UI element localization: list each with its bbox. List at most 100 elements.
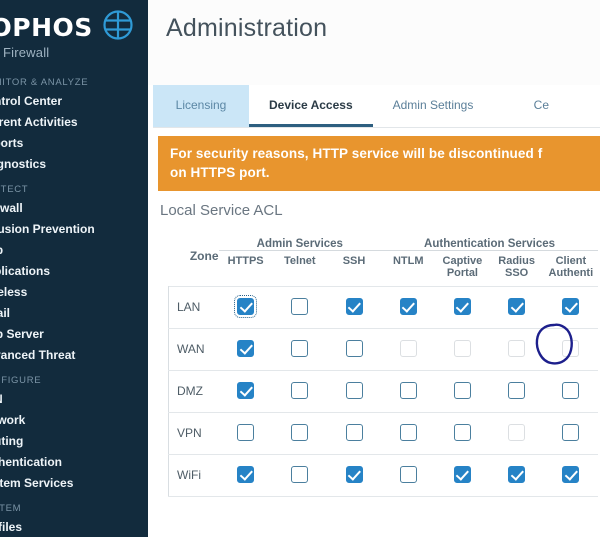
- checkbox-wifi-ssh[interactable]: [345, 466, 363, 484]
- table-row: WiFi: [168, 453, 598, 497]
- cell-vpn-https: [218, 411, 273, 455]
- tab-device-access[interactable]: Device Access: [249, 85, 373, 127]
- checkbox-wan-ssh[interactable]: [345, 340, 363, 358]
- sidebar-item-authentication[interactable]: Authentication: [0, 452, 148, 473]
- sidebar-item-vpn[interactable]: VPN: [0, 389, 148, 410]
- sophos-xg-firewall-admin-page: SOPHOS XG Firewall MONITOR & ANALYZE Cont…: [0, 0, 600, 537]
- checkbox-vpn-https[interactable]: [237, 424, 255, 442]
- sidebar-item-email[interactable]: Email: [0, 303, 148, 324]
- cell-wan-ssh: [326, 327, 382, 371]
- cell-dmz-captive-portal: [435, 369, 490, 413]
- cell-vpn-ntlm: [381, 411, 436, 455]
- sophos-globe-icon: [101, 8, 135, 47]
- checkbox-lan-captive-portal[interactable]: [453, 298, 471, 316]
- sidebar-item-current-activities[interactable]: Current Activities: [0, 112, 148, 133]
- checkbox-wifi-ntlm[interactable]: [399, 466, 417, 484]
- main-content: Administration Licensing Device Access Adm…: [148, 0, 600, 537]
- cell-wan-captive-portal: [435, 327, 490, 371]
- column-header-ssh: SSH: [342, 254, 366, 267]
- checkbox-dmz-radius-sso[interactable]: [508, 382, 526, 400]
- tab-ce[interactable]: Ce: [493, 85, 590, 127]
- checkbox-vpn-ssh[interactable]: [345, 424, 363, 442]
- checkbox-vpn-client-authenti[interactable]: [562, 424, 580, 442]
- checkbox-wifi-captive-portal[interactable]: [453, 466, 471, 484]
- checkbox-lan-https[interactable]: [234, 295, 258, 319]
- sidebar-item-advanced-threat[interactable]: Advanced Threat: [0, 345, 148, 366]
- checkbox-lan-radius-sso[interactable]: [508, 298, 526, 316]
- sidebar-item-diagnostics[interactable]: Diagnostics: [0, 154, 148, 175]
- cell-wifi-ssh: [326, 453, 382, 497]
- sidebar-section-label: PROTECT: [0, 184, 29, 195]
- cell-lan-telnet: [272, 285, 327, 329]
- sidebar-item-label: Authentication: [0, 455, 62, 469]
- checkbox-dmz-https[interactable]: [237, 382, 255, 400]
- sidebar-item-web-server[interactable]: Web Server: [0, 324, 148, 345]
- tab-admin-settings[interactable]: Admin Settings: [372, 85, 494, 127]
- checkbox-dmz-captive-portal[interactable]: [453, 382, 471, 400]
- column-header-telnet: Telnet: [284, 254, 316, 267]
- table-row: VPN: [168, 411, 598, 455]
- cell-lan-ssh: [326, 285, 382, 329]
- sidebar-item-routing[interactable]: Routing: [0, 431, 148, 452]
- sidebar-section-label: MONITOR & ANALYZE: [0, 77, 89, 88]
- checkbox-lan-client-authenti[interactable]: [562, 298, 580, 316]
- cell-lan-captive-portal: [435, 285, 490, 329]
- table-row: LAN: [168, 285, 598, 329]
- sidebar-item-web[interactable]: Web: [0, 240, 148, 261]
- checkbox-vpn-telnet[interactable]: [291, 424, 309, 442]
- checkbox-wan-https[interactable]: [237, 340, 255, 358]
- checkbox-dmz-ssh[interactable]: [345, 382, 363, 400]
- checkbox-vpn-captive-portal[interactable]: [453, 424, 471, 442]
- group-header-admin-services: Admin Services: [218, 226, 382, 251]
- sidebar-item-network[interactable]: Network: [0, 410, 148, 431]
- checkbox-wan-telnet[interactable]: [291, 340, 309, 358]
- column-header-ntlm: NTLM: [392, 254, 424, 267]
- cell-wifi-client-authenti: [543, 453, 598, 497]
- table-column-header-row: HTTPS Telnet SSH NTLM Captive Portal Radius S…: [169, 250, 599, 286]
- cell-wifi-captive-portal: [435, 453, 490, 497]
- sidebar-item-label: Email: [0, 306, 11, 320]
- checkbox-lan-ssh[interactable]: [345, 298, 363, 316]
- sidebar-item-reports[interactable]: Reports: [0, 133, 148, 154]
- sidebar-item-profiles[interactable]: Profiles: [0, 517, 148, 537]
- checkbox-lan-telnet[interactable]: [291, 298, 309, 316]
- sidebar-item-label: Routing: [0, 434, 24, 448]
- sidebar-item-label: Profiles: [0, 520, 23, 534]
- checkbox-wifi-radius-sso[interactable]: [508, 466, 526, 484]
- checkbox-dmz-telnet[interactable]: [291, 382, 309, 400]
- cell-dmz-radius-sso: [489, 369, 544, 413]
- sidebar-item-label: Reports: [0, 136, 24, 150]
- sidebar-item-label: Wireless: [0, 285, 28, 299]
- sidebar-item-label: Diagnostics: [0, 157, 47, 171]
- sidebar-item-label: Control Center: [0, 94, 62, 108]
- sidebar-item-control-center[interactable]: Control Center: [0, 91, 148, 112]
- checkbox-wifi-https[interactable]: [237, 466, 255, 484]
- checkbox-dmz-ntlm[interactable]: [399, 382, 417, 400]
- cell-dmz-ssh: [326, 369, 382, 413]
- sidebar-item-wireless[interactable]: Wireless: [0, 282, 148, 303]
- cell-vpn-telnet: [272, 411, 327, 455]
- sidebar-item-intrusion-prevention[interactable]: Intrusion Prevention: [0, 219, 148, 240]
- cell-wan-radius-sso: [489, 327, 544, 371]
- cell-vpn-radius-sso: [489, 411, 544, 455]
- cell-dmz-ntlm: [381, 369, 436, 413]
- local-service-acl-table: Zone Admin Services Authentication Service…: [168, 226, 598, 497]
- checkbox-wifi-telnet[interactable]: [291, 466, 309, 484]
- cell-wifi-https: [218, 453, 273, 497]
- local-service-acl-table-wrap: Zone Admin Services Authentication Service…: [148, 226, 600, 497]
- zone-cell-wan: WAN: [168, 327, 219, 371]
- column-header-radius-sso: Radius SSO: [498, 254, 535, 279]
- sidebar-item-system-services[interactable]: System Services: [0, 473, 148, 494]
- zone-cell-vpn: VPN: [168, 411, 219, 455]
- checkbox-lan-ntlm[interactable]: [399, 298, 417, 316]
- cell-wifi-telnet: [272, 453, 327, 497]
- sidebar-item-applications[interactable]: Applications: [0, 261, 148, 282]
- checkbox-dmz-client-authenti[interactable]: [562, 382, 580, 400]
- checkbox-wifi-client-authenti[interactable]: [562, 466, 580, 484]
- checkbox-vpn-ntlm[interactable]: [399, 424, 417, 442]
- tab-licensing[interactable]: Licensing: [153, 85, 249, 127]
- table-row: DMZ: [168, 369, 598, 413]
- sidebar: SOPHOS XG Firewall MONITOR & ANALYZE Cont…: [0, 0, 148, 537]
- sidebar-item-label: Web Server: [0, 327, 44, 341]
- sidebar-item-firewall[interactable]: Firewall: [0, 198, 148, 219]
